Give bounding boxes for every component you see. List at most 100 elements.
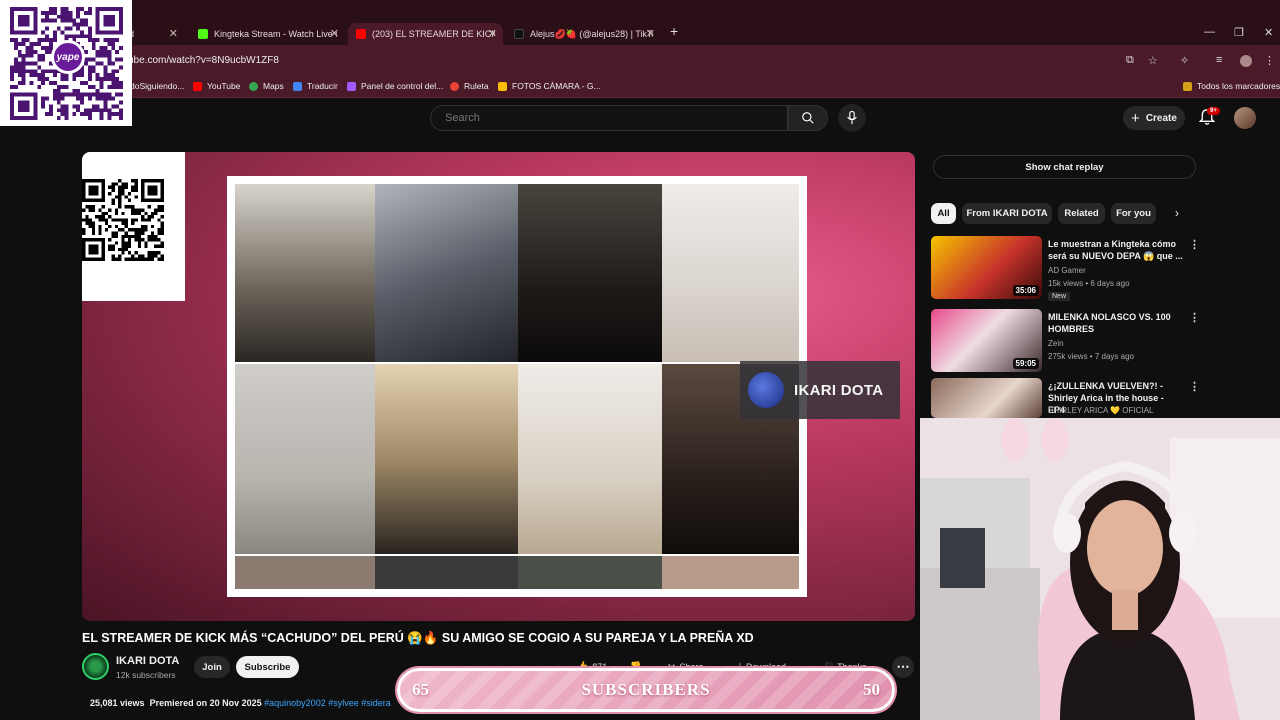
bookmark-item[interactable]: FOTOS CÁMARA - G... (498, 81, 601, 91)
video-thumbnail[interactable]: 59:05 (931, 309, 1042, 372)
chip-for-you[interactable]: For you (1111, 203, 1156, 224)
all-bookmarks[interactable]: Todos los marcadores (1183, 81, 1280, 91)
photo-tile (662, 184, 799, 362)
goal-label: SUBSCRIBERS (581, 680, 711, 699)
rec-meta: 275k views • 7 days ago (1048, 352, 1134, 361)
view-count: 25,081 views (90, 698, 145, 708)
tab-label: (203) EL STREAMER DE KICK M (372, 29, 495, 39)
goal-target: 50 (862, 680, 880, 699)
user-avatar[interactable] (1234, 107, 1256, 129)
video-player[interactable]: IKARI DOTA (82, 152, 915, 621)
youtube-icon (193, 81, 202, 91)
bookmark-label: Panel de control del... (361, 81, 444, 91)
install-app-icon[interactable]: ⧉ (1126, 54, 1134, 67)
channel-watermark: IKARI DOTA (740, 361, 900, 419)
chip-related[interactable]: Related (1058, 203, 1105, 224)
hashtags[interactable]: #aquinoby2002 #sylvee #sidera (264, 698, 391, 708)
join-button[interactable]: Join (194, 656, 230, 678)
premiere-date: Premiered on 20 Nov 2025 (149, 698, 262, 708)
tiktok-icon (514, 29, 524, 39)
url-field[interactable]: ube.com/watch?v=8N9ucbW1ZF8 (128, 55, 279, 66)
rec-meta: 15k views • 6 days ago (1048, 279, 1130, 288)
video-duration: 35:06 (1012, 285, 1039, 296)
chevron-right-icon[interactable]: › (1175, 206, 1179, 220)
photo-tile (518, 364, 662, 554)
rec-channel[interactable]: SHIRLEY ARICA 💛 OFICIAL (1048, 406, 1153, 415)
tab-label: Kingteka Stream - Watch Live o (214, 29, 337, 39)
browser-tab-bar: rd ✕ Kingteka Stream - Watch Live o ✕ (2… (0, 0, 1280, 45)
tab-4[interactable]: Alejus💋🍓 (@alejus28) | TikTo ✕ (506, 23, 661, 45)
menu-icon[interactable]: ⋮ (1264, 54, 1275, 67)
profile-avatar[interactable] (1240, 55, 1252, 67)
recommended-video[interactable]: 35:06 Le muestran a Kingteka cómo será s… (931, 236, 1200, 302)
goal-current: 65 (412, 680, 429, 699)
bookmark-label: Maps (263, 81, 284, 91)
chip-from-channel[interactable]: From IKARI DOTA (962, 203, 1052, 224)
video-title: EL STREAMER DE KICK MÁS “CACHUDO” DEL PE… (82, 631, 754, 645)
rec-channel[interactable]: AD Gamer (1048, 266, 1086, 275)
youtube-header: + Create 9+ (0, 98, 1280, 138)
video-thumbnail[interactable]: 35:06 (931, 236, 1042, 299)
roulette-icon (450, 81, 459, 91)
more-vert-icon[interactable]: ⋮ (1189, 238, 1200, 251)
notification-badge: 9+ (1207, 107, 1220, 115)
close-icon[interactable]: ✕ (488, 27, 497, 40)
subscriber-goal-bar: 65 SUBSCRIBERS 50 (397, 668, 895, 712)
translate-icon (293, 81, 302, 91)
bookmark-item[interactable]: Ruleta (450, 81, 489, 91)
show-chat-replay-button[interactable]: Show chat replay (933, 155, 1196, 179)
youtube-icon (356, 29, 366, 39)
rec-channel[interactable]: Zein (1048, 339, 1064, 348)
bookmark-label: FOTOS CÁMARA - G... (512, 81, 601, 91)
bookmark-item[interactable]: YouTube (193, 81, 240, 91)
new-tab-icon[interactable]: + (670, 23, 678, 39)
window-close-icon[interactable]: ✕ (1264, 26, 1273, 39)
recommended-video[interactable]: 59:05 MILENKA NOLASCO VS. 100 HOMBRES Ze… (931, 309, 1200, 375)
search-box[interactable] (430, 105, 788, 131)
photo-tile (518, 556, 662, 589)
search-button[interactable] (788, 105, 828, 131)
rec-title[interactable]: MILENKA NOLASCO VS. 100 HOMBRES (1048, 311, 1183, 335)
channel-name[interactable]: IKARI DOTA (116, 655, 179, 667)
channel-avatar[interactable] (82, 653, 109, 680)
bookmark-item[interactable]: Panel de control del... (347, 81, 443, 91)
more-actions-button[interactable]: ⋯ (892, 656, 914, 678)
webcam-overlay (920, 418, 1280, 720)
google-photos-icon (498, 81, 507, 91)
create-button[interactable]: + Create (1123, 106, 1185, 130)
search-input[interactable] (431, 106, 787, 130)
chip-all[interactable]: All (931, 203, 956, 224)
close-icon[interactable]: ✕ (330, 27, 339, 40)
bookmark-item[interactable]: Maps (249, 81, 284, 91)
bookmarks-bar: doSiguiendo... YouTube Maps Traducir Pan… (0, 76, 1280, 98)
bookmark-label: YouTube (207, 81, 241, 91)
close-icon[interactable]: ✕ (646, 27, 655, 40)
voice-search-button[interactable] (838, 104, 866, 132)
subscribe-button[interactable]: Subscribe (236, 656, 299, 678)
photo-tile (235, 364, 375, 554)
rec-title[interactable]: Le muestran a Kingteka cómo será su NUEV… (1048, 238, 1183, 262)
tab-search-icon[interactable]: ≡ (1216, 54, 1222, 66)
more-vert-icon[interactable]: ⋮ (1189, 311, 1200, 324)
tab-2[interactable]: Kingteka Stream - Watch Live o ✕ (190, 23, 345, 45)
bookmark-label: doSiguiendo... (130, 81, 185, 91)
yape-qr-code: yape (0, 0, 132, 126)
more-vert-icon[interactable]: ⋮ (1189, 380, 1200, 393)
minimize-icon[interactable]: — (1204, 26, 1215, 38)
photo-tile (375, 556, 518, 589)
streamer-webcam-image (920, 418, 1280, 720)
plus-icon: + (1131, 109, 1140, 127)
bookmark-label: Ruleta (464, 81, 489, 91)
bookmark-star-icon[interactable]: ☆ (1148, 54, 1158, 67)
maps-icon (249, 81, 258, 91)
photo-tile (375, 364, 518, 554)
maximize-icon[interactable]: ❐ (1234, 26, 1244, 39)
photo-tile (235, 556, 375, 589)
bookmark-item[interactable]: Traducir (293, 81, 338, 91)
bookmark-item[interactable]: doSiguiendo... (130, 81, 184, 91)
close-icon[interactable]: ✕ (169, 27, 178, 40)
folder-icon (1183, 81, 1192, 91)
extensions-icon[interactable]: ✧ (1180, 54, 1189, 67)
tab-3-active[interactable]: (203) EL STREAMER DE KICK M ✕ (348, 23, 503, 45)
video-thumbnail[interactable] (931, 378, 1042, 418)
